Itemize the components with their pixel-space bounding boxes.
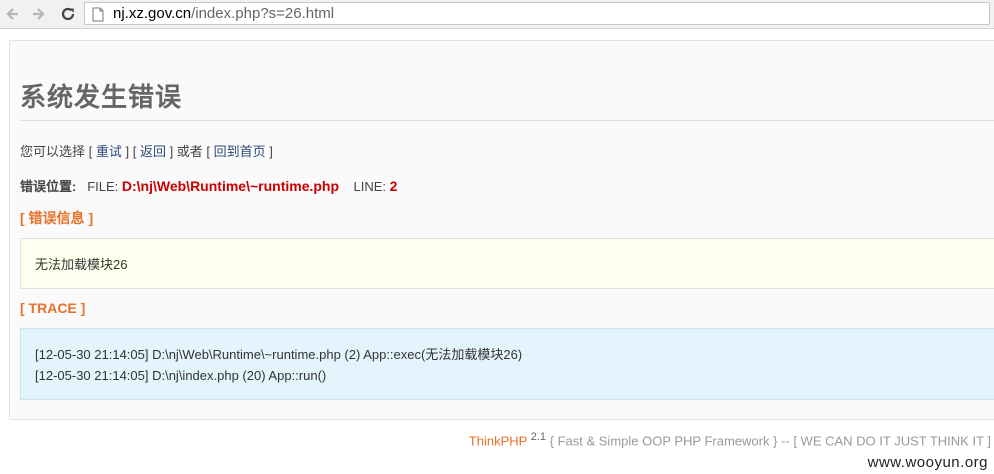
home-link[interactable]: 回到首页 [214, 144, 266, 159]
forward-arrow-icon [33, 8, 45, 20]
file-label: FILE: [87, 179, 119, 194]
url-domain: nj.xz.gov.cn [113, 5, 192, 22]
back-button[interactable] [3, 4, 23, 24]
browser-toolbar: nj.xz.gov.cn/index.php?s=26.html [0, 0, 994, 29]
error-info-heading: [ 错误信息 ] [20, 210, 94, 226]
trace-heading: [ TRACE ] [20, 300, 86, 316]
line-label: LINE: [353, 179, 386, 194]
url-text[interactable]: nj.xz.gov.cn/index.php?s=26.html [113, 6, 334, 22]
error-message: 无法加载模块26 [35, 257, 128, 272]
error-location: 错误位置: FILE: D:\nj\Web\Runtime\~runtime.p… [20, 178, 397, 195]
trace-line: [12-05-30 21:14:05] D:\nj\Web\Runtime\~r… [35, 347, 523, 362]
back-link[interactable]: 返回 [140, 144, 166, 159]
options-or: 或者 [176, 144, 203, 159]
trace-box: [12-05-30 21:14:05] D:\nj\Web\Runtime\~r… [20, 328, 994, 400]
page-title: 系统发生错误 [20, 82, 183, 112]
url-path: /index.php?s=26.html [191, 5, 335, 22]
page-icon [92, 7, 104, 22]
error-info-box: 无法加载模块26 [20, 238, 994, 289]
title-divider [20, 120, 994, 121]
footer-tagline: { Fast & Simple OOP PHP Framework } -- [… [549, 433, 991, 449]
line-number: 2 [389, 178, 398, 194]
footer-brand[interactable]: ThinkPHP [469, 433, 527, 448]
reload-button[interactable] [58, 4, 78, 24]
file-path: D:\nj\Web\Runtime\~runtime.php [121, 178, 340, 194]
options-line: 您可以选择 [ 重试 ] [ 返回 ] 或者 [ 回到首页 ] [20, 144, 273, 159]
retry-link[interactable]: 重试 [96, 144, 122, 159]
footer-version: 2.1 [530, 431, 546, 443]
trace-line: [12-05-30 21:14:05] D:\nj\index.php (20)… [35, 368, 327, 383]
watermark: www.wooyun.org [867, 454, 988, 471]
address-bar[interactable]: nj.xz.gov.cn/index.php?s=26.html [84, 2, 990, 25]
reload-icon [61, 7, 75, 21]
back-arrow-icon [6, 8, 18, 20]
location-label: 错误位置: [20, 179, 77, 194]
footer: ThinkPHP 2.1 { Fast & Simple OOP PHP Fra… [469, 428, 991, 450]
forward-button[interactable] [28, 4, 48, 24]
options-prefix: 您可以选择 [20, 144, 86, 159]
